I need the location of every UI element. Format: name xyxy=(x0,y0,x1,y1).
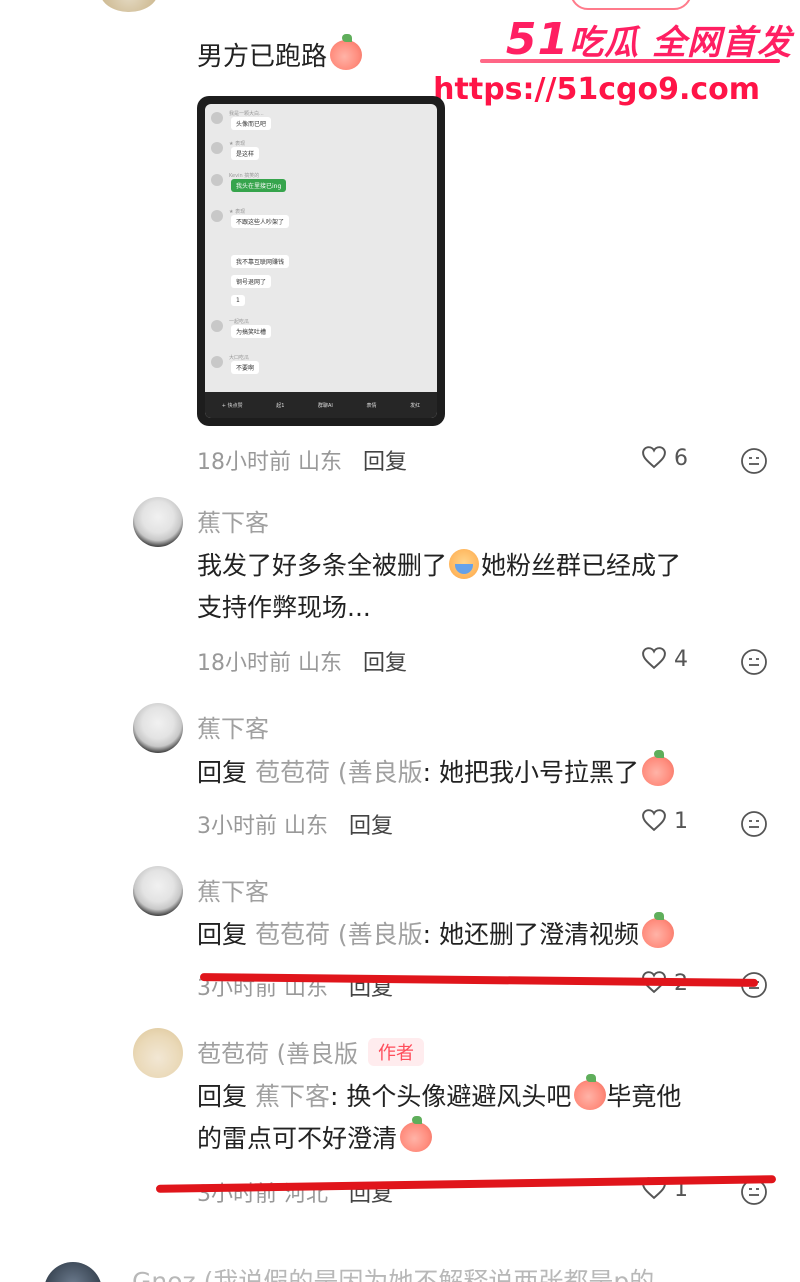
chat-toolbar-item: 表情 xyxy=(366,402,377,409)
chat-screenshot-content: 我是一颗大白... 头像而已吧 ★ 表现 是这样 Kevin 搞笑的 我头在里接已ing ★… xyxy=(205,104,437,418)
emoji-reaction-icon[interactable] xyxy=(740,648,768,676)
chat-sender-name: 一起吃瓜 xyxy=(229,319,250,325)
chat-bubble: 1 xyxy=(231,295,245,306)
heart-icon xyxy=(640,646,668,670)
chat-avatar xyxy=(211,320,223,332)
like-count: 6 xyxy=(674,446,688,471)
peach-emoji-icon xyxy=(400,1116,433,1152)
chat-bubble: 我不靠互联网赚钱 xyxy=(231,255,290,268)
chat-bubble: 为搞笑吐槽 xyxy=(231,325,272,338)
chat-bubble: 不跟这些人吵架了 xyxy=(231,215,290,228)
watermark-url: https://51cgo9.com xyxy=(433,72,760,107)
chat-bubble: 头像而已吧 xyxy=(231,117,272,130)
follow-button[interactable] xyxy=(570,0,692,10)
chat-toolbar-item: 群聊AI xyxy=(317,402,333,409)
author-badge: 作者 xyxy=(368,1038,424,1066)
watermark-underline xyxy=(480,59,780,63)
commenter-name[interactable]: 苞苞荷 (善良版 作者 xyxy=(197,1034,424,1069)
chat-message: ★ 表现 不跟这些人吵架了 xyxy=(211,208,431,228)
avatar[interactable] xyxy=(44,1262,102,1282)
post-meta: 18小时前 山东 回复 xyxy=(197,450,408,475)
avatar[interactable] xyxy=(133,703,183,753)
commenter-name[interactable]: 蕉下客 xyxy=(197,872,269,907)
chat-message: 1 xyxy=(211,288,431,308)
heart-icon xyxy=(640,445,668,469)
chat-avatar xyxy=(211,174,223,186)
peach-emoji-icon xyxy=(642,912,675,948)
comment-text: 回复 苞苞荷 (善良版: 她还删了澄清视频 xyxy=(197,912,675,956)
author-avatar[interactable] xyxy=(133,1028,183,1078)
emoji-reaction-icon[interactable] xyxy=(740,447,768,475)
like-button[interactable]: 6 xyxy=(640,445,688,471)
chat-sender-name: ★ 表现 xyxy=(229,209,246,215)
chat-message: Kevin 搞笑的 我头在里接已ing xyxy=(211,172,431,192)
chat-sender-name: Kevin 搞笑的 xyxy=(229,173,260,179)
watermark: 51吃瓜 全网首发 xyxy=(506,18,792,62)
crying-emoji-icon xyxy=(449,549,480,579)
reply-button[interactable]: 回复 xyxy=(349,814,393,839)
comment-meta: 18小时前 山东 回复 xyxy=(197,651,408,676)
like-button[interactable]: 4 xyxy=(640,646,688,672)
chat-bubble: 钢号退网了 xyxy=(231,275,272,288)
chat-message: 大口吃瓜 不要啊 xyxy=(211,354,431,374)
avatar[interactable] xyxy=(133,497,183,547)
chat-bubble: 是这样 xyxy=(231,147,260,160)
watermark-brand: 51吃瓜 全网首发 xyxy=(505,14,792,65)
emoji-reaction-icon[interactable] xyxy=(740,810,768,838)
chat-toolbar-item: + 快点赞 xyxy=(221,402,243,409)
peach-emoji-icon xyxy=(330,34,363,70)
chat-message: 一起吃瓜 为搞笑吐槽 xyxy=(211,318,431,338)
chat-message: 我不靠互联网赚钱 xyxy=(211,248,431,268)
chat-sender-name: 大口吃瓜 xyxy=(229,355,250,361)
comment-meta: 3小时前 山东 回复 xyxy=(197,814,394,839)
chat-toolbar-item: 起1 xyxy=(276,402,285,409)
chat-bubble: 不要啊 xyxy=(231,361,260,374)
chat-toolbar: + 快点赞 起1 群聊AI 表情 发红 xyxy=(205,392,437,418)
chat-toolbar-item: 发红 xyxy=(410,402,421,409)
chat-screenshot-image[interactable]: 我是一颗大白... 头像而已吧 ★ 表现 是这样 Kevin 搞笑的 我头在里接已ing ★… xyxy=(197,96,445,426)
previous-commenter-avatar[interactable] xyxy=(100,0,158,12)
like-button[interactable]: 1 xyxy=(640,808,688,834)
reply-target-link[interactable]: 苞苞荷 (善良版 xyxy=(255,758,423,787)
chat-message: 钢号退网了 xyxy=(211,268,431,288)
comment-thread-page: 51吃瓜 全网首发 https://51cgo9.com 男方已跑路 我是一颗大… xyxy=(0,0,800,1282)
chat-sender-name: 我是一颗大白... xyxy=(229,111,264,117)
chat-message: ★ 表现 是这样 xyxy=(211,140,431,160)
chat-sender-name: ★ 表现 xyxy=(229,141,246,147)
chat-avatar xyxy=(211,210,223,222)
reply-button[interactable]: 回复 xyxy=(363,450,407,475)
chat-avatar xyxy=(211,142,223,154)
commenter-name[interactable]: 蕉下客 xyxy=(197,503,269,538)
comment-text: 回复 苞苞荷 (善良版: 她把我小号拉黑了 xyxy=(197,750,675,794)
chat-bubble: 我头在里接已ing xyxy=(231,179,287,192)
comment-text: 回复 蕉下客: 换个头像避避风头吧 毕竟他 的雷点可不好澄清 xyxy=(197,1074,682,1153)
peach-emoji-icon xyxy=(642,750,675,786)
like-count: 4 xyxy=(674,647,688,672)
peach-emoji-icon xyxy=(574,1074,607,1110)
comment-text: 我发了好多条全被删了 她粉丝群已经成了 支持作弊现场... xyxy=(197,549,682,622)
reply-target-link[interactable]: 苞苞荷 (善良版 xyxy=(255,920,423,949)
reply-target-link[interactable]: 蕉下客 xyxy=(255,1082,330,1111)
avatar[interactable] xyxy=(133,866,183,916)
post-text: 男方已跑路 xyxy=(197,34,363,73)
comment-text: Gnoz (我说假的是因为她不解释说两张都是p的 xyxy=(132,1267,655,1282)
chat-avatar xyxy=(211,112,223,124)
chat-avatar xyxy=(211,356,223,368)
heart-icon xyxy=(640,808,668,832)
reply-button[interactable]: 回复 xyxy=(363,651,407,676)
commenter-name[interactable]: 蕉下客 xyxy=(197,709,269,744)
chat-message: 我是一颗大白... 头像而已吧 xyxy=(211,110,431,130)
like-count: 1 xyxy=(674,809,688,834)
